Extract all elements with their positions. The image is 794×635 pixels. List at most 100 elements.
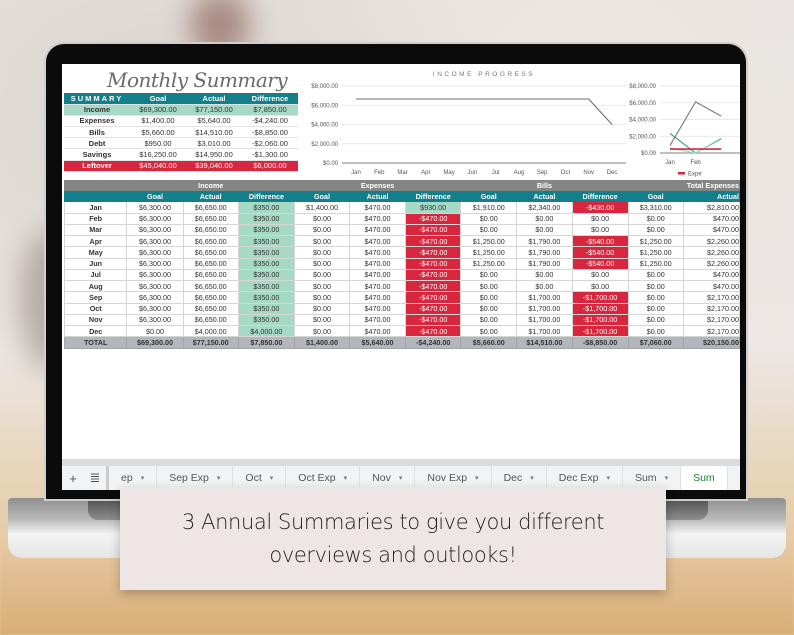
income-goal-cell[interactable]: $6,300.00: [126, 223, 184, 237]
expenses-difference-cell[interactable]: -$470.00: [405, 257, 462, 270]
sheet-tab[interactable]: Sum: [681, 466, 728, 490]
bills-difference-cell[interactable]: -$540.00: [571, 246, 629, 259]
income-actual-cell[interactable]: $6,650.00: [182, 212, 239, 225]
month-label-cell[interactable]: Nov: [63, 313, 128, 327]
income-actual-cell[interactable]: $6,650.00: [182, 257, 239, 270]
summary-actual-cell[interactable]: $3,010.00: [186, 137, 242, 150]
summary-goal-cell[interactable]: $1,400.00: [130, 115, 186, 128]
total-expenses-actual-cell[interactable]: $2,170.00: [682, 302, 740, 315]
expenses-actual-cell[interactable]: $470.00: [349, 201, 407, 214]
expenses-actual-cell[interactable]: $470.00: [349, 302, 407, 315]
income-difference-cell[interactable]: $7,850.00: [237, 336, 295, 349]
expenses-difference-cell[interactable]: -$470.00: [405, 234, 462, 248]
bills-difference-cell[interactable]: -$430.00: [571, 201, 629, 214]
bills-goal-cell[interactable]: $1,910.00: [460, 201, 518, 214]
bills-difference-cell[interactable]: $0.00: [571, 223, 629, 237]
expenses-goal-cell[interactable]: $0.00: [293, 234, 351, 248]
summary-difference-cell[interactable]: $7,850.00: [242, 104, 298, 116]
income-actual-cell[interactable]: $6,650.00: [182, 201, 239, 214]
expenses-goal-cell[interactable]: $1,400.00: [293, 336, 351, 349]
income-goal-cell[interactable]: $6,300.00: [126, 201, 184, 214]
income-goal-cell[interactable]: $6,300.00: [126, 246, 184, 259]
month-label-cell[interactable]: Jul: [63, 268, 128, 282]
expenses-actual-cell[interactable]: $470.00: [349, 313, 407, 327]
income-actual-cell[interactable]: $4,000.00: [182, 324, 239, 338]
income-actual-cell[interactable]: $6,650.00: [182, 234, 239, 248]
total-expenses-actual-cell[interactable]: $2,260.00: [682, 257, 740, 270]
income-difference-cell[interactable]: $350.00: [237, 279, 295, 293]
add-sheet-button[interactable]: +: [62, 471, 84, 486]
month-label-cell[interactable]: Feb: [63, 212, 128, 225]
income-actual-cell[interactable]: $6,650.00: [182, 302, 239, 315]
expenses-difference-cell[interactable]: -$470.00: [405, 302, 462, 315]
expenses-difference-cell[interactable]: -$470.00: [405, 291, 462, 304]
expenses-difference-cell[interactable]: -$4,240.00: [405, 336, 462, 349]
chevron-down-icon[interactable]: ▾: [606, 474, 610, 482]
bills-difference-cell[interactable]: $0.00: [571, 279, 629, 293]
bills-goal-cell[interactable]: $0.00: [460, 313, 518, 327]
income-goal-cell[interactable]: $69,300.00: [126, 336, 184, 349]
month-label-cell[interactable]: Jun: [63, 257, 128, 270]
bills-difference-cell[interactable]: $0.00: [571, 268, 629, 282]
summary-goal-cell[interactable]: $45,040.00: [130, 160, 186, 172]
income-actual-cell[interactable]: $6,650.00: [182, 223, 239, 237]
bills-actual-cell[interactable]: $1,700.00: [516, 291, 573, 304]
bills-actual-cell[interactable]: $0.00: [516, 268, 573, 282]
month-label-cell[interactable]: Aug: [63, 279, 128, 293]
bills-goal-cell[interactable]: $0.00: [460, 324, 518, 338]
summary-difference-cell[interactable]: -$4,240.00: [242, 115, 298, 128]
summary-goal-cell[interactable]: $950.00: [130, 137, 186, 150]
expenses-difference-cell[interactable]: $930.00: [405, 201, 462, 214]
income-difference-cell[interactable]: $350.00: [237, 246, 295, 259]
expenses-actual-cell[interactable]: $470.00: [349, 279, 407, 293]
total-expenses-goal-cell[interactable]: $0.00: [627, 302, 684, 315]
bills-difference-cell[interactable]: -$540.00: [571, 234, 629, 248]
summary-actual-cell[interactable]: $5,640.00: [186, 115, 242, 128]
month-label-cell[interactable]: Oct: [63, 302, 128, 315]
month-label-cell[interactable]: TOTAL: [63, 336, 128, 349]
bills-difference-cell[interactable]: -$1,700.00: [571, 324, 629, 338]
summary-difference-cell[interactable]: -$8,850.00: [242, 126, 298, 139]
month-label-cell[interactable]: Apr: [63, 234, 128, 248]
summary-goal-cell[interactable]: $5,660.00: [130, 126, 186, 139]
bills-actual-cell[interactable]: $1,700.00: [516, 313, 573, 327]
expenses-goal-cell[interactable]: $0.00: [293, 302, 351, 315]
expenses-actual-cell[interactable]: $470.00: [349, 234, 407, 248]
expenses-actual-cell[interactable]: $470.00: [349, 212, 407, 225]
income-goal-cell[interactable]: $6,300.00: [126, 279, 184, 293]
summary-difference-cell[interactable]: -$1,300.00: [242, 148, 298, 161]
bills-actual-cell[interactable]: $0.00: [516, 279, 573, 293]
summary-goal-cell[interactable]: $69,300.00: [130, 104, 186, 116]
total-expenses-actual-cell[interactable]: $470.00: [682, 279, 740, 293]
chevron-down-icon[interactable]: ▾: [141, 474, 145, 482]
chevron-down-icon[interactable]: ▾: [270, 474, 274, 482]
expenses-difference-cell[interactable]: -$470.00: [405, 223, 462, 237]
expenses-actual-cell[interactable]: $470.00: [349, 324, 407, 338]
bills-goal-cell[interactable]: $0.00: [460, 268, 518, 282]
total-expenses-goal-cell[interactable]: $7,060.00: [627, 336, 684, 349]
bills-goal-cell[interactable]: $1,250.00: [460, 246, 518, 259]
bills-difference-cell[interactable]: $0.00: [571, 212, 629, 225]
total-expenses-actual-cell[interactable]: $2,260.00: [682, 246, 740, 259]
income-difference-cell[interactable]: $350.00: [237, 313, 295, 327]
summary-row-label[interactable]: Bills: [64, 126, 130, 139]
bills-goal-cell[interactable]: $1,250.00: [460, 234, 518, 248]
total-expenses-goal-cell[interactable]: $0.00: [627, 212, 684, 225]
income-goal-cell[interactable]: $6,300.00: [126, 234, 184, 248]
summary-row-label[interactable]: Leftover: [64, 160, 130, 172]
expenses-difference-cell[interactable]: -$470.00: [405, 324, 462, 338]
total-expenses-goal-cell[interactable]: $3,310.00: [627, 201, 684, 214]
expenses-difference-cell[interactable]: -$470.00: [405, 313, 462, 327]
chevron-down-icon[interactable]: ▾: [217, 474, 221, 482]
income-goal-cell[interactable]: $6,300.00: [126, 257, 184, 270]
summary-row-label[interactable]: Debt: [64, 137, 130, 150]
total-expenses-goal-cell[interactable]: $1,250.00: [627, 246, 684, 259]
summary-actual-cell[interactable]: $77,150.00: [186, 104, 242, 116]
total-expenses-goal-cell[interactable]: $0.00: [627, 223, 684, 237]
income-goal-cell[interactable]: $0.00: [126, 324, 184, 338]
summary-row-label[interactable]: Savings: [64, 148, 130, 161]
total-expenses-goal-cell[interactable]: $1,250.00: [627, 257, 684, 270]
month-label-cell[interactable]: Sep: [63, 291, 128, 304]
expenses-actual-cell[interactable]: $5,640.00: [349, 336, 407, 349]
expenses-difference-cell[interactable]: -$470.00: [405, 246, 462, 259]
